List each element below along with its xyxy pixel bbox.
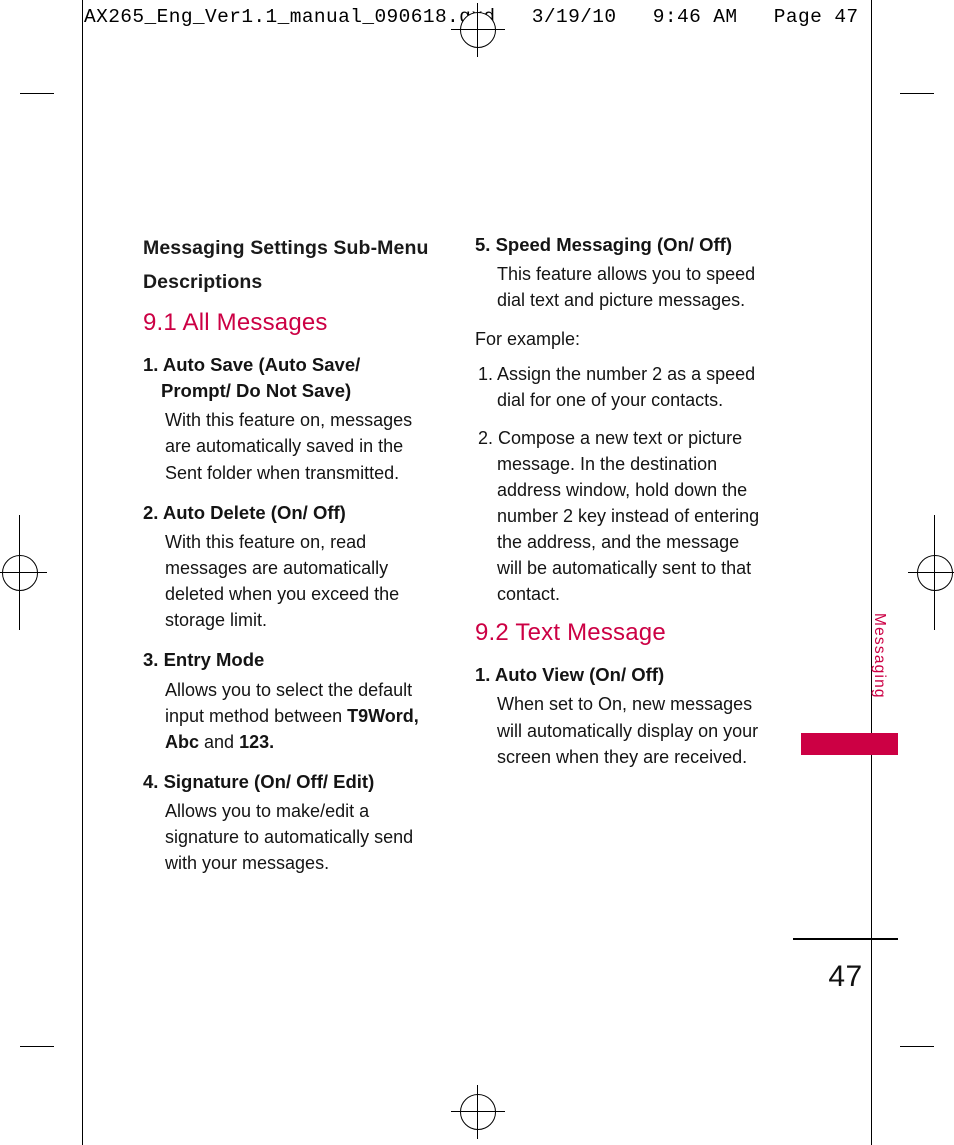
item-body-auto-save: With this feature on, messages are autom… [165, 410, 413, 483]
crop-line-left-vertical [82, 0, 83, 1145]
item-title-auto-view: 1. Auto View (On/ Off) [475, 664, 665, 686]
list-item: 3. Entry Mode Allows you to select the d… [143, 647, 433, 755]
messaging-settings-sub-heading: Messaging Settings Sub-Menu Descriptions [143, 237, 429, 293]
item-title-auto-save: 1. Auto Save (Auto Save/ Prompt/ Do Not … [143, 353, 361, 402]
crop-line-top-left [20, 93, 54, 94]
item-title-entry-mode: 3. Entry Mode [143, 649, 265, 671]
item-title-auto-delete: 2. Auto Delete (On/ Off) [143, 501, 346, 523]
item-body-entry-mode: Allows you to select the default input m… [165, 677, 433, 755]
entry-mode-bold-123: 123. [239, 731, 275, 752]
entry-mode-text-mid: and [199, 731, 240, 752]
list-item: 2. Auto Delete (On/ Off) With this featu… [143, 500, 433, 634]
section-title-all-messages: 9.1 All Messages [143, 309, 328, 337]
registration-mark-left [0, 546, 47, 600]
example-step-2: 2. Compose a new text or picture message… [478, 427, 760, 605]
item-body-signature: Allows you to make/edit a signature to a… [165, 801, 414, 874]
registration-mark-top [451, 3, 505, 57]
left-column: Messaging Settings Sub-Menu Descriptions… [143, 232, 433, 890]
crop-line-top-right [900, 93, 934, 94]
item-body-speed-messaging: This feature allows you to speed dial te… [497, 264, 756, 311]
list-item: 1. Auto Save (Auto Save/ Prompt/ Do Not … [143, 352, 433, 486]
list-item: 5. Speed Messaging (On/ Off) This featur… [475, 232, 765, 313]
for-example-label: For example: [475, 329, 581, 350]
crop-line-bottom-right [900, 1046, 934, 1047]
item-title-speed-messaging: 5. Speed Messaging (On/ Off) [475, 234, 732, 255]
registration-mark-right [908, 546, 954, 600]
list-item: 1. Auto View (On/ Off) When set to On, n… [475, 662, 765, 770]
item-title-signature: 4. Signature (On/ Off/ Edit) [143, 770, 375, 792]
side-tab-bar [801, 733, 898, 755]
list-item: 4. Signature (On/ Off/ Edit) Allows you … [143, 769, 433, 877]
item-body-auto-delete: With this feature on, read messages are … [165, 531, 400, 631]
manual-page: AX265_Eng_Ver1.1_manual_090618.qxd 3/19/… [0, 0, 954, 1145]
item-body-auto-view: When set to On, new messages will automa… [497, 694, 759, 767]
example-step-1: 1. Assign the number 2 as a speed dial f… [478, 363, 756, 410]
registration-mark-bottom [451, 1085, 505, 1139]
footer-rule [793, 938, 898, 940]
page-number: 47 [828, 960, 863, 993]
section-title-text-message: 9.2 Text Message [475, 619, 666, 647]
right-column: 5. Speed Messaging (On/ Off) This featur… [475, 232, 765, 784]
crop-line-bottom-left [20, 1046, 54, 1047]
side-tab-label: Messaging [871, 613, 888, 699]
